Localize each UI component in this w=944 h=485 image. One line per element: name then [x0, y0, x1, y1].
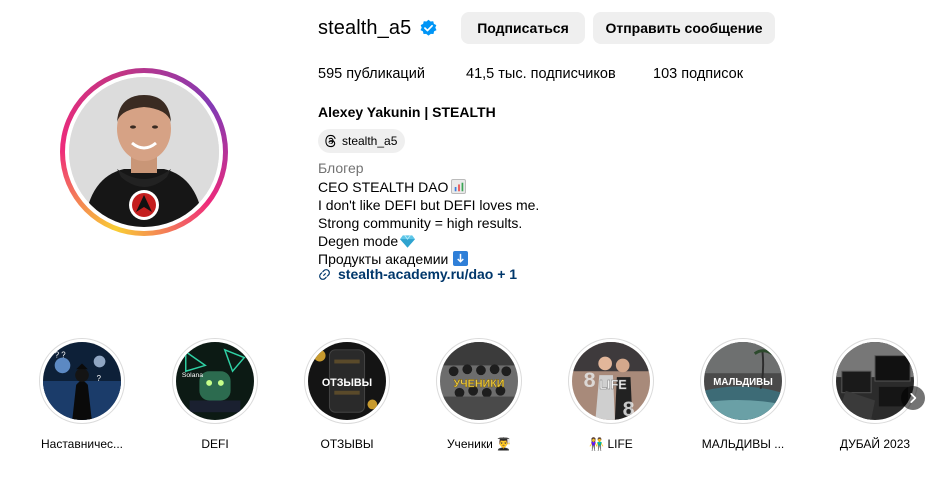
highlight-ring: УЧЕНИКИ	[436, 338, 522, 424]
bio: CEO STEALTH DAO I don't like DEFI but DE…	[318, 178, 539, 268]
full-name: Alexey Yakunin | STEALTH	[318, 104, 496, 120]
bio-line-4: Degen mode	[318, 232, 539, 250]
highlight-item[interactable]: МАЛЬДИВЫ МАЛЬДИВЫ ...	[688, 338, 798, 451]
threads-badge[interactable]: stealth_a5	[318, 129, 406, 153]
bio-line-1: CEO STEALTH DAO	[318, 178, 539, 196]
highlight-label: Ученики 👨‍🎓	[446, 437, 512, 451]
highlight-cover-text: МАЛЬДИВЫ	[713, 377, 773, 388]
username[interactable]: stealth_a5	[318, 17, 411, 40]
highlight-label: ОТЗЫВЫ	[320, 437, 374, 451]
highlight-label: 👫 LIFE	[589, 437, 633, 451]
svg-text:8: 8	[623, 397, 635, 420]
highlights-next-button[interactable]	[901, 386, 925, 410]
highlight-ring: ОТЗЫВЫ	[304, 338, 390, 424]
down-arrow-emoji-icon	[453, 251, 469, 266]
link-icon	[319, 268, 330, 280]
highlight-item[interactable]: Solana DEFI	[160, 338, 270, 451]
highlight-cover-dubai	[836, 342, 914, 420]
highlight-cover-life: 8 LIFE 8	[572, 342, 650, 420]
bio-line-3: Strong community = high results.	[318, 215, 523, 231]
avatar-photo	[69, 77, 219, 227]
highlight-label: DEFI	[201, 437, 229, 451]
highlight-cover-mentoring: ? ? ?	[43, 342, 121, 420]
chart-emoji-icon	[451, 179, 467, 194]
threads-icon	[325, 134, 336, 148]
highlight-ring: МАЛЬДИВЫ	[700, 338, 786, 424]
highlight-item[interactable]: ОТЗЫВЫ ОТЗЫВЫ	[292, 338, 402, 451]
highlight-cover-text: ОТЗЫВЫ	[322, 377, 372, 389]
highlight-ring: 8 LIFE 8	[568, 338, 654, 424]
verified-badge-icon	[420, 19, 437, 36]
highlight-cover-students: УЧЕНИКИ	[440, 342, 518, 420]
highlight-item[interactable]: 8 LIFE 8 👫 LIFE	[556, 338, 666, 451]
avatar-gap	[65, 73, 223, 231]
bio-line-2: I don't like DEFI but DEFI loves me.	[318, 197, 540, 213]
posts-count: 595 публикаций	[318, 66, 425, 82]
highlight-ring: ? ? ?	[39, 338, 125, 424]
highlight-cover-defi: Solana	[176, 342, 254, 420]
follow-button[interactable]: Подписаться	[461, 12, 585, 44]
highlight-cover-reviews: ОТЗЫВЫ	[308, 342, 386, 420]
highlight-cover-maldives: МАЛЬДИВЫ	[704, 342, 782, 420]
username-row: stealth_a5	[318, 12, 438, 44]
highlight-cover-text: LIFE	[599, 378, 626, 392]
followers-count[interactable]: 41,5 тыс. подписчиков	[466, 66, 616, 82]
svg-text:? ?: ? ?	[55, 351, 67, 360]
svg-text:?: ?	[97, 374, 102, 383]
chevron-right-icon	[910, 393, 917, 403]
profile-category: Блогер	[318, 160, 364, 176]
highlight-item[interactable]: ? ? ? Наставничес...	[27, 338, 137, 451]
svg-text:Solana: Solana	[182, 372, 203, 379]
highlight-label: МАЛЬДИВЫ ...	[701, 437, 785, 451]
highlight-label: ДУБАЙ 2023	[839, 437, 911, 451]
diamond-emoji-icon	[400, 235, 416, 248]
external-link-text[interactable]: stealth-academy.ru/dao + 1	[338, 266, 517, 282]
highlight-item[interactable]: УЧЕНИКИ Ученики 👨‍🎓	[424, 338, 534, 451]
send-message-button[interactable]: Отправить сообщение	[593, 12, 775, 44]
highlight-label: Наставничес...	[40, 437, 123, 451]
highlight-ring: Solana	[172, 338, 258, 424]
profile-avatar-ring[interactable]	[60, 68, 228, 236]
story-highlights: ? ? ? Наставничес... Solana DEFI ОТЗЫВЫ …	[0, 338, 944, 458]
svg-text:8: 8	[584, 368, 596, 392]
avatar[interactable]	[69, 77, 219, 227]
following-count[interactable]: 103 подписок	[653, 66, 743, 82]
highlight-ring	[832, 338, 918, 424]
highlight-cover-text: УЧЕНИКИ	[453, 378, 504, 390]
threads-handle: stealth_a5	[342, 134, 398, 148]
external-link[interactable]: stealth-academy.ru/dao + 1	[318, 266, 517, 282]
